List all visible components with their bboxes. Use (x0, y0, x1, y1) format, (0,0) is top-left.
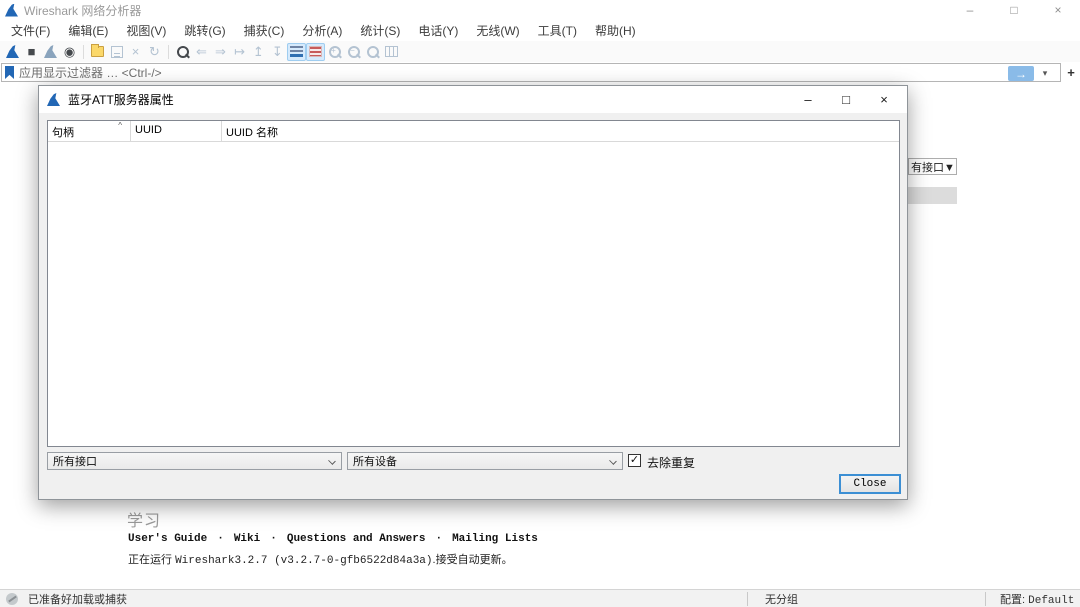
display-filter-input[interactable]: 应用显示过滤器 … <Ctrl-/> → ▾ (1, 63, 1061, 82)
column-header-handle[interactable]: 句柄 ^ (48, 121, 131, 141)
wireshark-dialog-icon (47, 93, 60, 106)
add-filter-button[interactable]: + (1064, 65, 1078, 80)
menu-help[interactable]: 帮助(H) (586, 20, 645, 41)
dedup-label: 去除重复 (647, 454, 695, 471)
menu-view[interactable]: 视图(V) (117, 20, 175, 41)
link-questions[interactable]: Questions and Answers (287, 533, 426, 545)
link-users-guide[interactable]: User's Guide (128, 533, 207, 545)
restart-capture-icon[interactable] (41, 43, 60, 61)
save-file-icon[interactable] (107, 43, 126, 61)
status-packet-count: 无分组 (765, 591, 798, 607)
window-controls: – □ × (948, 0, 1080, 20)
maximize-button[interactable]: □ (992, 0, 1036, 20)
menu-bar: 文件(F) 编辑(E) 视图(V) 跳转(G) 捕获(C) 分析(A) 统计(S… (0, 20, 1080, 41)
version-line: 正在运行 Wireshark3.2.7 (v3.2.7-0-gfb6522d84… (128, 551, 513, 567)
zoom-out-icon[interactable]: − (344, 43, 363, 61)
status-ready-text: 已准备好加载或捕获 (28, 591, 127, 607)
menu-analyze[interactable]: 分析(A) (293, 20, 351, 41)
main-toolbar: ■ ◉ × ↻ ⇐ ⇒ ↦ ↥ ↧ + − (0, 41, 1080, 62)
menu-go[interactable]: 跳转(G) (175, 20, 234, 41)
resize-columns-icon[interactable] (382, 43, 401, 61)
profile-value: Default (1028, 595, 1074, 607)
toolbar-separator (83, 45, 84, 59)
go-forward-icon[interactable]: ⇒ (211, 43, 230, 61)
attributes-table[interactable]: 句柄 ^ UUID UUID 名称 (47, 120, 900, 447)
column-header-uuid[interactable]: UUID (131, 121, 222, 141)
menu-edit[interactable]: 编辑(E) (59, 20, 117, 41)
dialog-titlebar[interactable]: 蓝牙ATT服务器属性 – □ × (39, 86, 907, 113)
link-mailing-lists[interactable]: Mailing Lists (452, 533, 538, 545)
filter-placeholder: 应用显示过滤器 … <Ctrl-/> (19, 64, 162, 81)
expert-info-icon[interactable] (6, 593, 18, 605)
interface-list-strip (908, 187, 957, 204)
go-back-icon[interactable]: ⇐ (192, 43, 211, 61)
filter-history-caret-icon[interactable]: ▾ (1038, 66, 1052, 81)
dialog-maximize-button[interactable]: □ (827, 86, 865, 113)
apply-filter-icon[interactable]: → (1008, 66, 1034, 81)
status-separator (747, 592, 748, 606)
interface-combobox[interactable]: 所有接口 (47, 452, 342, 470)
dialog-close-action-button[interactable]: Close (839, 474, 901, 494)
auto-scroll-icon[interactable] (287, 43, 306, 61)
status-profile[interactable]: 配置: Default (1000, 591, 1074, 607)
menu-file[interactable]: 文件(F) (2, 20, 59, 41)
go-to-top-icon[interactable]: ↥ (249, 43, 268, 61)
close-file-icon[interactable]: × (126, 43, 145, 61)
stop-capture-icon[interactable]: ■ (22, 43, 41, 61)
link-wiki[interactable]: Wiki (234, 533, 260, 545)
zoom-in-icon[interactable]: + (325, 43, 344, 61)
capture-options-icon[interactable]: ◉ (60, 43, 79, 61)
learn-heading: 学习 (127, 507, 161, 531)
reload-file-icon[interactable]: ↻ (145, 43, 164, 61)
filter-bar: 应用显示过滤器 … <Ctrl-/> → ▾ + (0, 62, 1080, 83)
combo-caret-icon (609, 457, 617, 465)
table-header-row: 句柄 ^ UUID UUID 名称 (48, 121, 899, 142)
menu-capture[interactable]: 捕获(C) (235, 20, 294, 41)
go-to-bottom-icon[interactable]: ↧ (268, 43, 287, 61)
bluetooth-att-dialog: 蓝牙ATT服务器属性 – □ × 句柄 ^ UUID UUID 名称 所有接口 … (38, 85, 908, 500)
all-interfaces-dropdown[interactable]: 有接口▼ (908, 158, 957, 175)
find-packet-icon[interactable] (173, 43, 192, 61)
toolbar-separator (168, 45, 169, 59)
dialog-minimize-button[interactable]: – (789, 86, 827, 113)
main-titlebar: Wireshark 网络分析器 – □ × (0, 0, 1080, 20)
status-separator (985, 592, 986, 606)
close-button[interactable]: × (1036, 0, 1080, 20)
dedup-checkbox[interactable]: ✓ (628, 454, 641, 467)
status-bar: 已准备好加载或捕获 无分组 配置: Default (0, 589, 1080, 607)
combo-caret-icon (328, 457, 336, 465)
wireshark-logo-icon (5, 4, 18, 17)
dialog-window-controls: – □ × (789, 86, 903, 113)
menu-tools[interactable]: 工具(T) (529, 20, 586, 41)
bookmark-icon[interactable] (5, 66, 14, 79)
zoom-reset-icon[interactable] (363, 43, 382, 61)
menu-statistics[interactable]: 统计(S) (351, 20, 409, 41)
learn-links: User's Guide·Wiki·Questions and Answers·… (128, 533, 538, 545)
start-capture-icon[interactable] (3, 43, 22, 61)
open-file-icon[interactable] (88, 43, 107, 61)
window-title: Wireshark 网络分析器 (24, 2, 141, 19)
menu-telephony[interactable]: 电话(Y) (409, 20, 467, 41)
minimize-button[interactable]: – (948, 0, 992, 20)
colorize-icon[interactable] (306, 43, 325, 61)
dialog-close-button[interactable]: × (865, 86, 903, 113)
go-to-packet-icon[interactable]: ↦ (230, 43, 249, 61)
version-string: Wireshark3.2.7 (v3.2.7-0-gfb6522d84a3a) (175, 555, 432, 567)
sort-ascending-icon: ^ (118, 121, 122, 130)
dialog-title: 蓝牙ATT服务器属性 (68, 91, 174, 108)
device-combobox[interactable]: 所有设备 (347, 452, 623, 470)
column-header-uuid-name[interactable]: UUID 名称 (222, 121, 899, 141)
menu-wireless[interactable]: 无线(W) (467, 20, 528, 41)
